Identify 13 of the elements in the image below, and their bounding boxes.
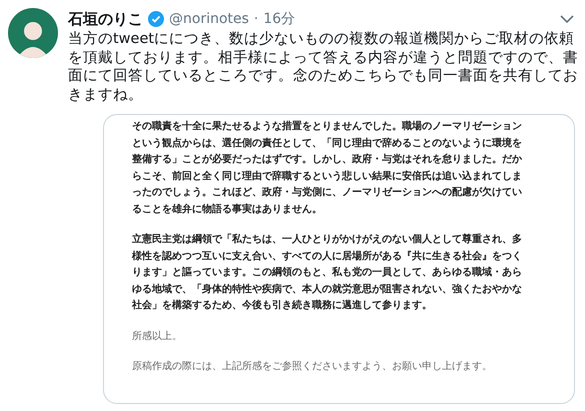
author-name[interactable]: 石垣のりこ [68,8,143,30]
verified-badge-icon [148,11,164,27]
tweet-text: 当方のtweetににつき、数は少ないものの複数の報道機関からご取材の依頼を頂戴しております。相手様によって答える内容が違うと問題ですので、書面にて回答しているところです。念のためこちらでも同一書面を共有しておきますね。 [68,30,578,104]
attached-document[interactable] [103,114,575,404]
author-handle[interactable]: @norinotes [169,8,249,30]
avatar[interactable] [8,8,58,58]
document-paragraph: 立憲民主党は綱領で「私たちは、一人ひとりがかけがえのない個人として尊重され、多様性を認めつつ互いに支え合い、すべての人に居場所がある『共に生きる社会』をつくります」と謳っています。この綱領のもと、私も党の一員として、あらゆる職域・あらゆる地域で、「身体的特性や疾病で、本人の就労意思が阻害されない、強くたおやかな社会」を構築するため、今後も引き続き職務に邁進して参ります。 [132,232,522,313]
separator: · [254,10,258,28]
chevron-down-icon[interactable] [560,14,574,24]
tweet-time[interactable]: 16分 [263,8,296,30]
document-paragraph: 原稿作成の際には、上記所感をご参照くださいますよう、お願い申し上げます。 [132,360,493,374]
document-paragraph: その職責を十全に果たせるような措置をとりませんでした。職場のノーマリゼーションという観点からは、選任側の責任として、「同じ理由で辞めることのないように環境を整備する」ことが必要だったはずです。しかし、政府・与党はそれを怠りました。だからこそ、前回と全く同じ理由で辞職するという悲しい結果に安倍氏は追い込まれてしまったのでしょう。これほど、政府・与党側に、ノーマリゼーションへの配慮が欠けていることを雄弁に物語る事実はありません。 [132,120,522,216]
document-paragraph: 所感以上。 [132,330,183,344]
